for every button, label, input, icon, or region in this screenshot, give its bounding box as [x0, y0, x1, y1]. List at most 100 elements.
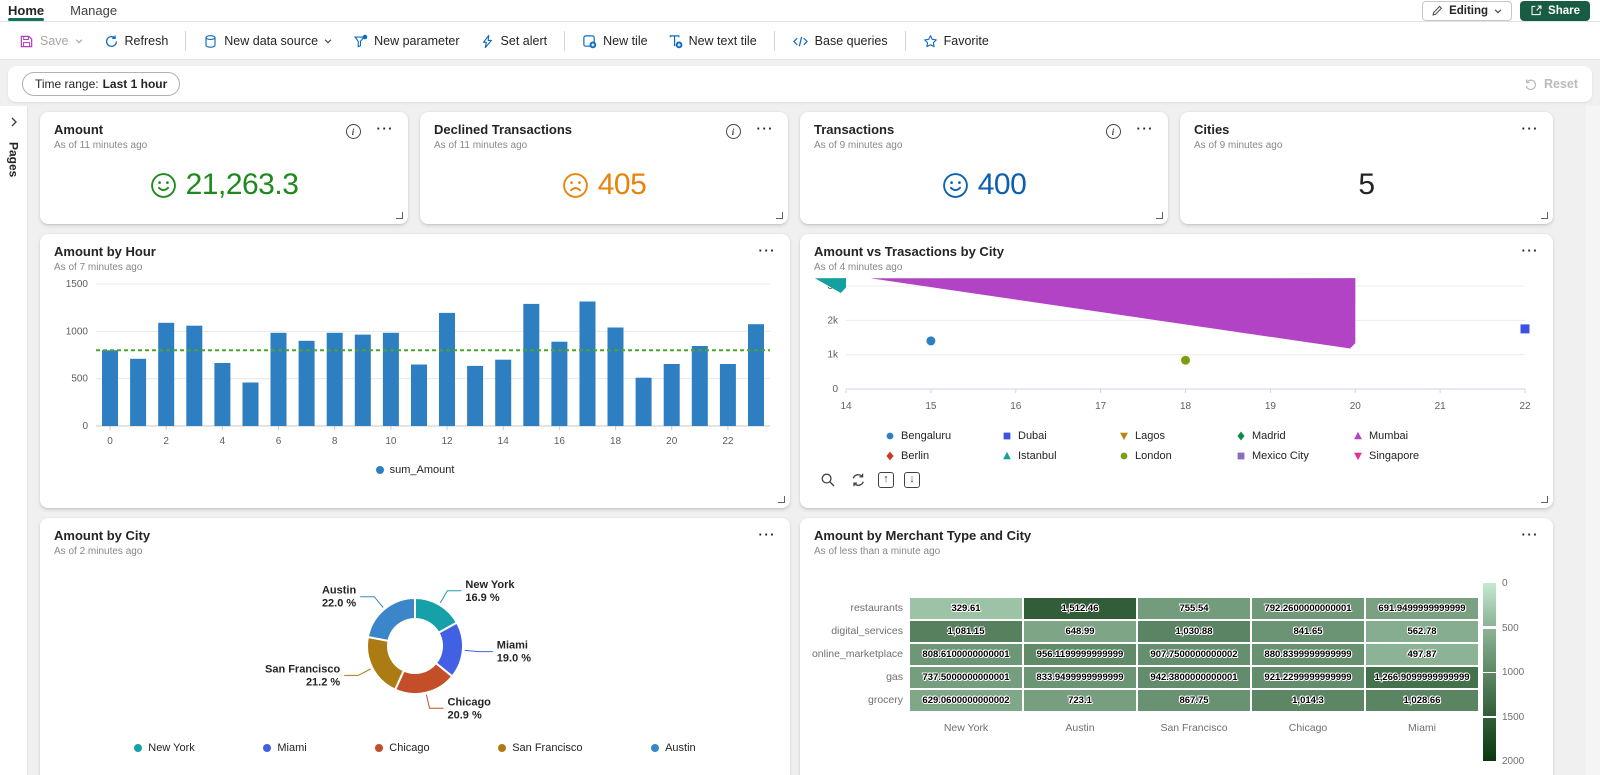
heatmap-cell[interactable]: 1,266.9099999999999: [1366, 667, 1478, 688]
move-down-icon[interactable]: ↓: [904, 472, 920, 488]
heatmap-canvas[interactable]: restaurants 329.61 1,512.46 755.54 792.26000…: [800, 518, 1553, 775]
toolbar-separator: [904, 31, 906, 51]
svg-text:2k: 2k: [827, 315, 839, 326]
svg-text:1500: 1500: [66, 279, 89, 290]
heatmap-cell[interactable]: 921.2299999999999: [1252, 667, 1364, 688]
legend-item[interactable]: London: [1119, 450, 1224, 462]
zoom-icon[interactable]: [818, 470, 838, 490]
legend-item[interactable]: Bengaluru: [885, 430, 990, 442]
more-menu-icon[interactable]: ···: [759, 244, 777, 257]
svg-text:19: 19: [1265, 401, 1277, 412]
heatmap-cell[interactable]: 691.9499999999999: [1366, 598, 1478, 619]
tile-cities: Cities As of 9 minutes ago ··· 5: [1180, 112, 1553, 224]
info-icon[interactable]: i: [725, 124, 741, 139]
heatmap-cell[interactable]: 648.99: [1024, 621, 1136, 642]
bar: [495, 359, 512, 426]
resize-handle[interactable]: [778, 496, 785, 503]
legend-item[interactable]: Mumbai: [1353, 430, 1458, 442]
heatmap-cell[interactable]: 907.7500000000002: [1138, 644, 1250, 665]
heatmap-cell[interactable]: 1,512.46: [1024, 598, 1136, 619]
swap-axes-icon[interactable]: [848, 470, 868, 490]
more-menu-icon[interactable]: ···: [1137, 122, 1155, 135]
new-text-tile-button[interactable]: New text tile: [659, 29, 766, 54]
legend-item[interactable]: Miami: [263, 742, 307, 754]
more-menu-icon[interactable]: ···: [1522, 244, 1540, 257]
scatter-point: [1520, 324, 1530, 334]
resize-handle[interactable]: [776, 212, 783, 219]
time-range-filter[interactable]: Time range: Last 1 hour: [22, 72, 181, 96]
svg-text:500: 500: [71, 374, 88, 385]
legend-item[interactable]: Berlin: [885, 450, 990, 462]
donut-chart-canvas[interactable]: New York 16.9 % Miami 19.0 % Chicago 20.9 % Sa…: [40, 560, 790, 738]
toolbar-separator: [773, 31, 775, 51]
set-alert-button[interactable]: Set alert: [471, 29, 557, 54]
new-parameter-button[interactable]: New parameter: [344, 29, 468, 54]
legend-item[interactable]: San Francisco: [498, 742, 583, 754]
heatmap-cell[interactable]: 629.0600000000002: [910, 690, 1022, 711]
heatmap-cell[interactable]: 833.9499999999999: [1024, 667, 1136, 688]
tab-home[interactable]: Home: [8, 0, 45, 21]
heatmap-cell[interactable]: 1,028.66: [1366, 690, 1478, 711]
legend-item[interactable]: Austin: [651, 742, 696, 754]
heatmap-cell[interactable]: 497.87: [1366, 644, 1478, 665]
share-button[interactable]: Share: [1520, 0, 1590, 21]
heatmap-cell[interactable]: 867.75: [1138, 690, 1250, 711]
editing-mode-button[interactable]: Editing: [1422, 0, 1513, 21]
heatmap-cell[interactable]: 755.54: [1138, 598, 1250, 619]
legend-item[interactable]: sum_Amount: [375, 464, 454, 476]
legend-item[interactable]: Lagos: [1119, 430, 1224, 442]
tile-title: Amount by City: [54, 528, 151, 543]
base-queries-button[interactable]: Base queries: [783, 29, 897, 54]
favorite-button[interactable]: Favorite: [914, 29, 998, 54]
donut-chart-svg[interactable]: New York16.9 % Miami19.0 % Chicago20.9 % Sa…: [40, 560, 790, 738]
bar-chart-canvas[interactable]: 0 500 1000 1500 0 2 4 6 8 10 12 14 16 18 20 22: [40, 276, 790, 462]
heatmap-cell[interactable]: 562.78: [1366, 621, 1478, 642]
info-icon[interactable]: i: [345, 124, 361, 139]
share-icon: [1531, 5, 1542, 16]
move-up-icon[interactable]: ↑: [878, 472, 894, 488]
heatmap-cell[interactable]: 329.61: [910, 598, 1022, 619]
heatmap-cell[interactable]: 880.8399999999999: [1252, 644, 1364, 665]
info-icon[interactable]: i: [1105, 124, 1121, 139]
heatmap-cell[interactable]: 956.1199999999999: [1024, 644, 1136, 665]
heatmap-cell[interactable]: 1,014.3: [1252, 690, 1364, 711]
legend-item[interactable]: Singapore: [1353, 450, 1458, 462]
resize-handle[interactable]: [1541, 496, 1548, 503]
scatter-chart-canvas[interactable]: 01k2k3k141516171819202122: [800, 278, 1553, 428]
legend-item[interactable]: New York: [134, 742, 195, 754]
tab-manage[interactable]: Manage: [70, 0, 117, 21]
more-menu-icon[interactable]: ···: [377, 122, 395, 135]
bar-chart-svg[interactable]: 0 500 1000 1500 0 2 4 6 8 10 12 14 16 18 20 22: [40, 276, 790, 462]
heatmap-cell[interactable]: 942.3800000000001: [1138, 667, 1250, 688]
heatmap-cell[interactable]: 792.2600000000001: [1252, 598, 1364, 619]
heatmap-cell[interactable]: 1,081.15: [910, 621, 1022, 642]
legend-item[interactable]: Dubai: [1002, 430, 1107, 442]
legend-item[interactable]: Istanbul: [1002, 450, 1107, 462]
svg-text:21.2 %: 21.2 %: [306, 676, 340, 688]
legend-item[interactable]: Madrid: [1236, 430, 1341, 442]
more-menu-icon[interactable]: ···: [757, 122, 775, 135]
expand-pages-icon[interactable]: [0, 106, 27, 128]
more-menu-icon[interactable]: ···: [759, 528, 777, 541]
more-menu-icon[interactable]: ···: [1522, 122, 1540, 135]
resize-handle[interactable]: [1156, 212, 1163, 219]
refresh-button[interactable]: Refresh: [95, 29, 178, 54]
heatmap-cell[interactable]: 808.6100000000001: [910, 644, 1022, 665]
resize-handle[interactable]: [1541, 212, 1548, 219]
svg-text:1k: 1k: [827, 350, 839, 361]
new-tile-button[interactable]: New tile: [573, 29, 656, 54]
tile-amount-vs-transactions: Amount vs Trasactions by City As of 4 mi…: [800, 234, 1553, 508]
heatmap-cell[interactable]: 723.1: [1024, 690, 1136, 711]
heatmap-colorbar: [1483, 583, 1496, 626]
scrollbar-gutter[interactable]: [1586, 106, 1600, 775]
heatmap-cell[interactable]: 841.65: [1252, 621, 1364, 642]
legend-item[interactable]: Chicago: [375, 742, 430, 754]
scatter-chart-svg[interactable]: 01k2k3k141516171819202122: [800, 278, 1553, 428]
reset-button[interactable]: Reset: [1524, 77, 1578, 91]
resize-handle[interactable]: [396, 212, 403, 219]
heatmap-cell[interactable]: 1,030.88: [1138, 621, 1250, 642]
heatmap-cell[interactable]: 737.5000000000001: [910, 667, 1022, 688]
new-data-source-button[interactable]: New data source: [194, 29, 342, 54]
legend-item[interactable]: Mexico City: [1236, 450, 1341, 462]
save-button[interactable]: Save: [10, 29, 93, 54]
